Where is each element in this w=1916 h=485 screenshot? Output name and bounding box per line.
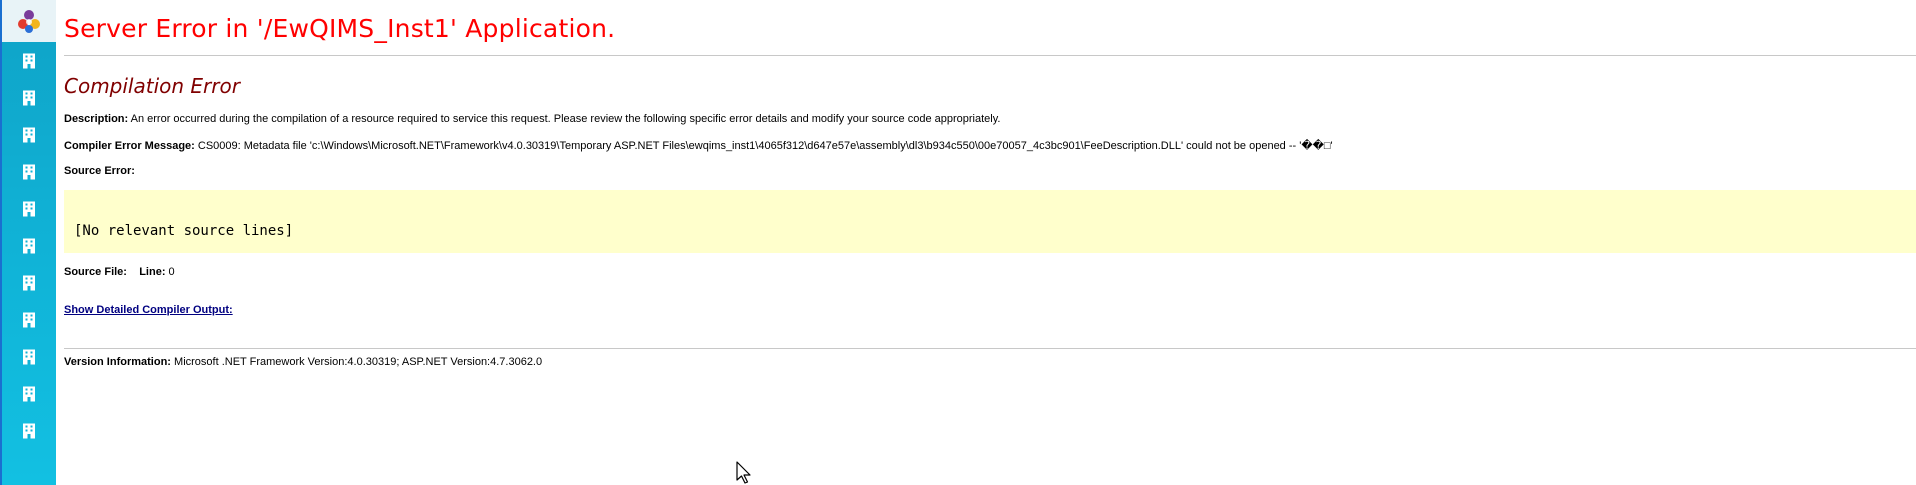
sidebar-item[interactable] [2, 305, 56, 335]
divider [64, 55, 1916, 56]
source-code-box: [No relevant source lines] [64, 190, 1916, 253]
source-error-label: Source Error: [64, 165, 135, 177]
building-icon [23, 201, 35, 217]
error-subtitle: Compilation Error [64, 74, 240, 98]
sidebar-item[interactable] [2, 231, 56, 261]
app-logo[interactable] [2, 0, 56, 42]
show-compiler-output-link[interactable]: Show Detailed Compiler Output: [64, 304, 233, 316]
building-icon [23, 275, 35, 291]
source-code: [No relevant source lines] [74, 223, 294, 239]
source-error: Source Error: [64, 165, 135, 177]
sidebar-item[interactable] [2, 120, 56, 150]
source-file-label: Source File: [64, 266, 127, 278]
compiler-error-message: Compiler Error Message: CS0009: Metadata… [64, 139, 1333, 152]
building-icon [23, 238, 35, 254]
building-icon [23, 164, 35, 180]
compiler-error-label: Compiler Error Message: [64, 140, 195, 152]
page-title: Server Error in '/EwQIMS_Inst1' Applicat… [64, 14, 616, 43]
sidebar-item[interactable] [2, 416, 56, 446]
app-logo-icon [18, 10, 40, 33]
description: Description: An error occurred during th… [64, 113, 1000, 125]
sidebar-item[interactable] [2, 194, 56, 224]
sidebar-item[interactable] [2, 379, 56, 409]
description-label: Description: [64, 113, 129, 125]
sidebar [0, 0, 56, 485]
building-icon [23, 349, 35, 365]
description-text: An error occurred during the compilation… [128, 113, 1001, 125]
building-icon [23, 127, 35, 143]
divider-bottom [64, 348, 1916, 349]
sidebar-item[interactable] [2, 46, 56, 76]
sidebar-item[interactable] [2, 83, 56, 113]
version-text: Microsoft .NET Framework Version:4.0.303… [170, 356, 543, 368]
compiler-error-text: CS0009: Metadata file 'c:\Windows\Micros… [194, 140, 1333, 152]
sidebar-item[interactable] [2, 268, 56, 298]
building-icon [23, 53, 35, 69]
source-file-info: Source File: Line: 0 [64, 266, 175, 278]
version-information: Version Information: Microsoft .NET Fram… [64, 356, 542, 368]
line-value: 0 [165, 266, 175, 278]
mouse-cursor-icon [736, 461, 751, 484]
building-icon [23, 423, 35, 439]
building-icon [23, 90, 35, 106]
sidebar-item[interactable] [2, 157, 56, 187]
line-label: Line: [139, 266, 166, 278]
building-icon [23, 312, 35, 328]
version-label: Version Information: [64, 356, 171, 368]
sidebar-item[interactable] [2, 342, 56, 372]
building-icon [23, 386, 35, 402]
